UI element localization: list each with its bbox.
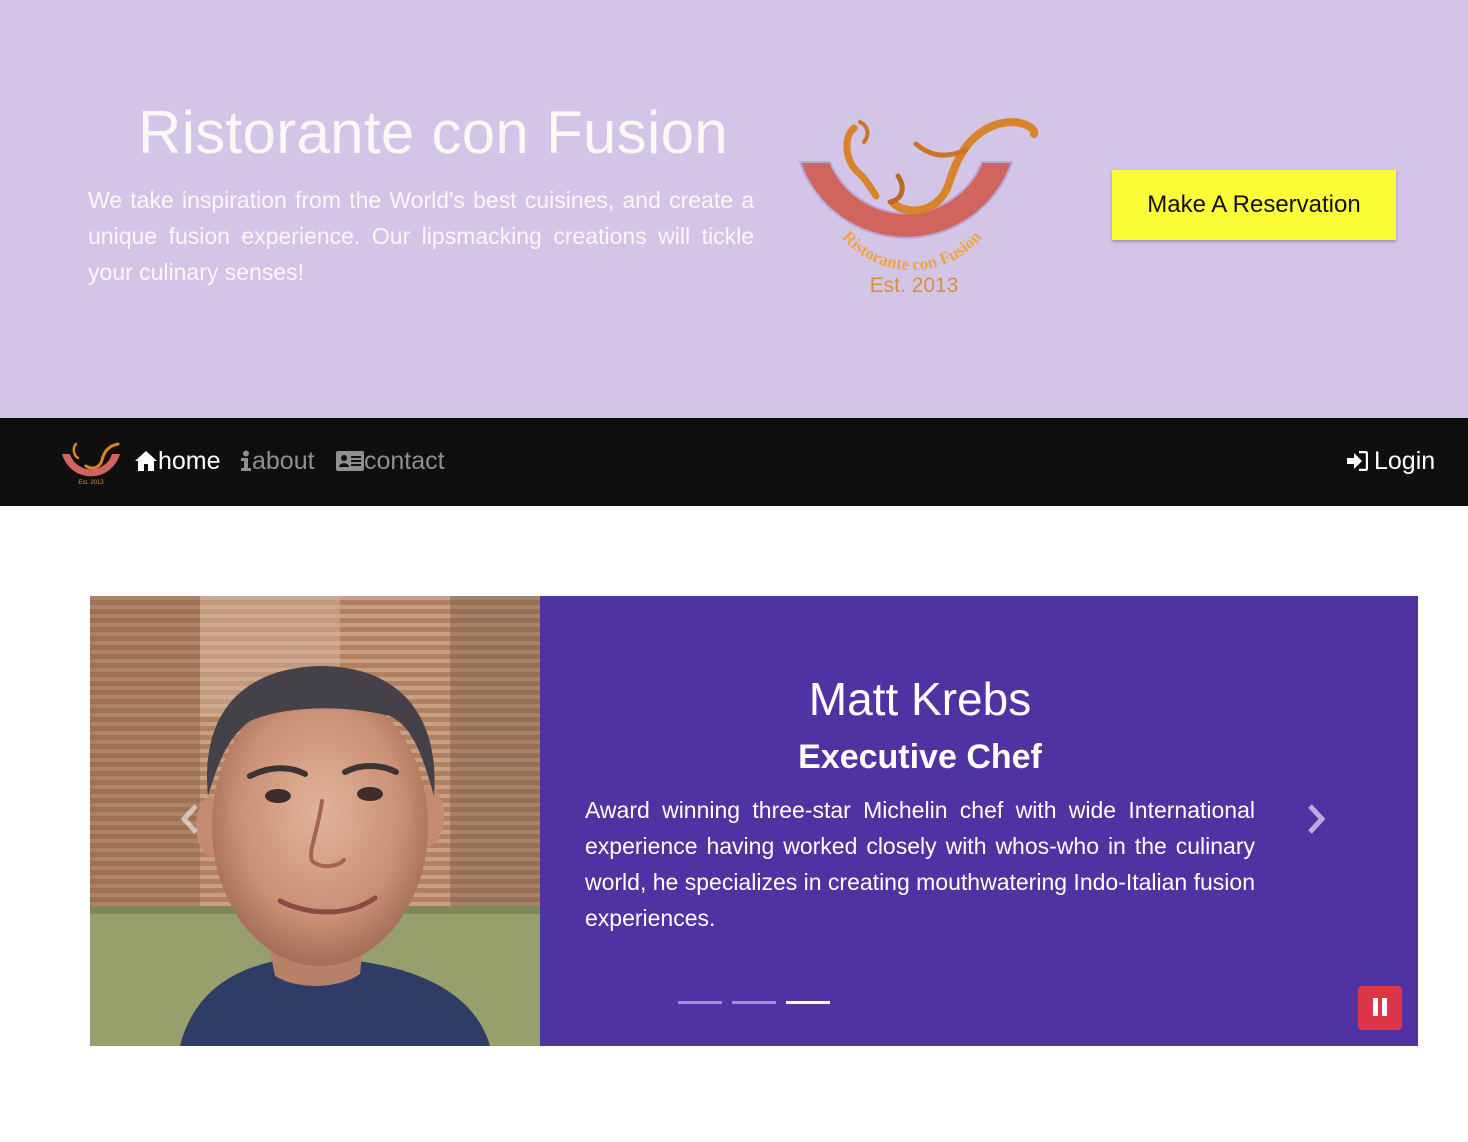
info-icon bbox=[240, 450, 252, 472]
navbar: Est. 2013 home about contact Login bbox=[0, 418, 1468, 506]
restaurant-description: We take inspiration from the World's bes… bbox=[88, 187, 754, 285]
chef-role: Executive Chef bbox=[798, 738, 1042, 776]
restaurant-title: Ristorante con Fusion bbox=[138, 99, 728, 166]
chef-photo bbox=[90, 596, 540, 1046]
chevron-right-icon bbox=[1305, 803, 1327, 840]
carousel-indicator-1[interactable] bbox=[678, 1001, 722, 1004]
restaurant-logo: Ristorante con Fusion Est. 2013 bbox=[798, 116, 1042, 300]
carousel-pause-button[interactable] bbox=[1358, 986, 1402, 1030]
pause-icon bbox=[1372, 997, 1388, 1019]
chef-name: Matt Krebs bbox=[808, 673, 1032, 725]
nav-item-contact[interactable]: contact bbox=[336, 444, 445, 478]
sign-in-icon bbox=[1346, 451, 1368, 471]
carousel-indicators bbox=[678, 1001, 830, 1004]
nav-item-about[interactable]: about bbox=[240, 444, 315, 478]
make-reservation-button[interactable]: Make A Reservation bbox=[1112, 170, 1396, 240]
logo-established: Est. 2013 bbox=[870, 274, 959, 297]
chevron-left-icon bbox=[179, 803, 201, 840]
login-label: Login bbox=[1374, 446, 1436, 475]
jumbotron: Ristorante con Fusion We take inspiratio… bbox=[0, 0, 1468, 418]
carousel-indicator-2[interactable] bbox=[732, 1001, 776, 1004]
home-icon bbox=[134, 450, 158, 472]
nav-item-home[interactable]: home bbox=[134, 444, 221, 478]
carousel-next-button[interactable] bbox=[1296, 796, 1336, 846]
leader-carousel: Matt Krebs Executive Chef Award winning … bbox=[90, 596, 1418, 1046]
nav-item-label: contact bbox=[364, 446, 445, 475]
nav-item-label: about bbox=[252, 446, 315, 475]
login-button[interactable]: Login bbox=[1346, 444, 1435, 478]
navbar-brand-logo[interactable]: Est. 2013 bbox=[60, 440, 124, 486]
address-card-icon bbox=[336, 451, 364, 471]
svg-text:Est. 2013: Est. 2013 bbox=[78, 480, 104, 486]
carousel-prev-button[interactable] bbox=[170, 796, 210, 846]
chef-description: Award winning three-star Michelin chef w… bbox=[585, 797, 1255, 931]
carousel-indicator-3[interactable] bbox=[786, 1001, 830, 1004]
nav-item-label: home bbox=[158, 446, 221, 475]
